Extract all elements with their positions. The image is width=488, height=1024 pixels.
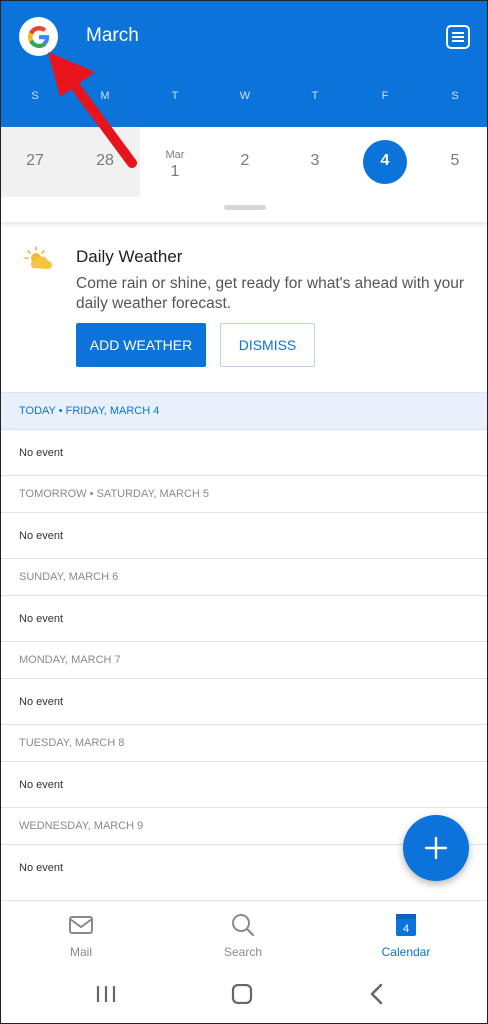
agenda-day-header: MONDAY, MARCH 7 — [0, 641, 488, 679]
plus-icon — [424, 836, 448, 860]
weather-card-title: Daily Weather — [76, 247, 183, 266]
nav-mail[interactable]: Mail — [0, 901, 162, 971]
weekday-label: W — [239, 90, 251, 102]
weekday-label: F — [381, 90, 389, 102]
app-header: March S M T W T F S — [0, 0, 488, 127]
recents-icon[interactable] — [95, 984, 117, 1004]
weekday-label: T — [311, 90, 319, 102]
date-cell-selected[interactable]: 4 — [350, 127, 420, 197]
account-button[interactable] — [19, 17, 58, 56]
agenda-day-header-today: TODAY • FRIDAY, MARCH 4 — [0, 392, 488, 430]
date-month-label: Mar — [165, 149, 185, 161]
new-event-button[interactable] — [403, 815, 469, 881]
weather-card-description: Come rain or shine, get ready for what's… — [76, 275, 465, 312]
nav-calendar-label: Calendar — [381, 945, 431, 959]
date-number: 4 — [380, 152, 390, 169]
calendar-list-button[interactable] — [445, 24, 471, 50]
agenda-no-event[interactable]: No event — [0, 430, 488, 475]
date-number: 2 — [240, 152, 250, 169]
bottom-navigation: Mail Search 4 Calendar — [0, 900, 488, 970]
calendar-badge-number: 4 — [403, 923, 409, 935]
weekday-label: T — [171, 90, 179, 102]
date-number: 3 — [310, 152, 320, 169]
agenda-no-event[interactable]: No event — [0, 762, 488, 807]
dismiss-button[interactable]: DISMISS — [220, 323, 315, 367]
date-cell[interactable]: 28 — [70, 127, 140, 197]
nav-search[interactable]: Search — [162, 901, 324, 971]
nav-search-label: Search — [223, 945, 263, 959]
calendar-icon: 4 — [396, 914, 416, 936]
add-weather-button[interactable]: ADD WEATHER — [76, 323, 206, 367]
date-cell[interactable]: Mar 1 — [140, 127, 210, 197]
nav-mail-label: Mail — [69, 945, 92, 959]
search-icon — [232, 914, 255, 937]
agenda-list: TODAY • FRIDAY, MARCH 4 No event TOMORRO… — [0, 392, 488, 890]
date-number: 27 — [26, 152, 44, 169]
weekday-label: S — [31, 90, 39, 102]
divider — [0, 222, 488, 228]
date-cell[interactable]: 3 — [280, 127, 350, 197]
agenda-day-header: TOMORROW • SATURDAY, MARCH 5 — [0, 475, 488, 513]
system-navigation-bar — [0, 970, 488, 1024]
date-cell[interactable]: 2 — [210, 127, 280, 197]
agenda-no-event[interactable]: No event — [0, 596, 488, 641]
date-number: 28 — [96, 152, 114, 169]
agenda-no-event[interactable]: No event — [0, 513, 488, 558]
mail-icon — [69, 916, 93, 934]
date-number: 5 — [450, 152, 460, 169]
week-date-strip: 27 28 Mar 1 2 3 4 5 — [0, 127, 488, 197]
nav-calendar[interactable]: 4 Calendar — [325, 901, 487, 971]
home-icon[interactable] — [231, 984, 253, 1004]
date-cell[interactable]: 27 — [0, 127, 70, 197]
date-number: 1 — [170, 163, 180, 180]
partly-cloudy-icon — [24, 246, 52, 269]
weekday-label: S — [451, 90, 459, 102]
weekday-row: S M T W T F S — [0, 90, 488, 110]
back-icon[interactable] — [369, 983, 385, 1005]
drag-handle[interactable] — [224, 205, 266, 210]
calendar-list-icon — [446, 25, 470, 49]
month-title[interactable]: March — [86, 25, 139, 47]
agenda-no-event[interactable]: No event — [0, 679, 488, 724]
date-cell[interactable]: 5 — [420, 127, 488, 197]
google-g-icon — [27, 25, 49, 48]
weekday-label: M — [100, 90, 110, 102]
agenda-day-header: SUNDAY, MARCH 6 — [0, 558, 488, 596]
agenda-day-header: TUESDAY, MARCH 8 — [0, 724, 488, 762]
